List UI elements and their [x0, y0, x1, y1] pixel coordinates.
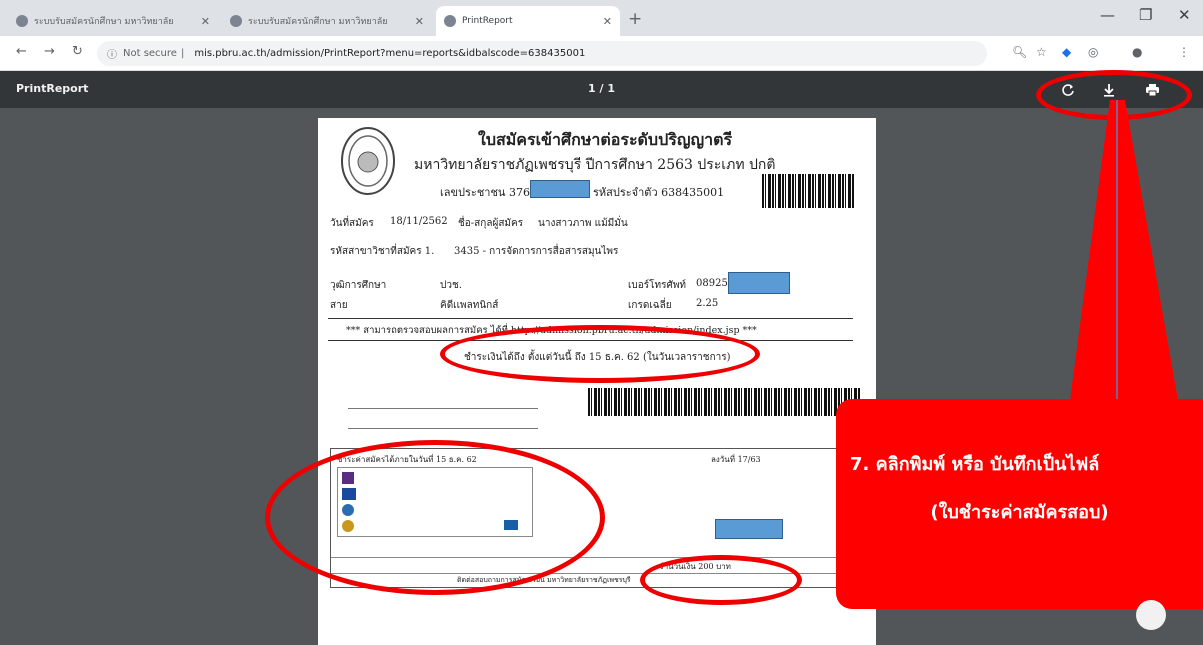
- callout-arrow: [1070, 100, 1178, 400]
- reload-icon[interactable]: ↻: [72, 44, 83, 59]
- zoom-icon[interactable]: 🔍︎: [1012, 45, 1027, 59]
- pdf-document-title: PrintReport: [16, 82, 89, 95]
- menu-kebab-icon[interactable]: ⋮: [1178, 45, 1190, 59]
- pdf-toolbar: PrintReport 1 / 1: [0, 71, 1203, 108]
- phone-label: เบอร์โทรศัพท์: [628, 280, 687, 291]
- close-window-icon[interactable]: ✕: [1178, 6, 1191, 24]
- browser-tab-3[interactable]: PrintReport ✕: [436, 6, 620, 36]
- new-tab-icon[interactable]: +: [628, 9, 642, 29]
- redaction-block: [530, 180, 590, 198]
- security-label: Not secure: [123, 48, 177, 59]
- close-tab-icon[interactable]: ✕: [415, 15, 424, 28]
- browser-tab-2[interactable]: ระบบรับสมัครนักศึกษา มหาวิทยาลัย ✕: [222, 6, 432, 36]
- program-value: 3435 - การจัดการการสื่อสารสมุนไพร: [454, 246, 619, 257]
- profile-avatar-icon[interactable]: ●: [1132, 45, 1142, 59]
- tab-title: PrintReport: [462, 16, 513, 26]
- browser-tab-strip: ระบบรับสมัครนักศึกษา มหาวิทยาลัย ✕ ระบบร…: [0, 0, 1203, 36]
- maximize-icon[interactable]: ❐: [1139, 6, 1152, 24]
- apply-date: 18/11/2562: [390, 216, 448, 227]
- signature-line: [348, 428, 538, 429]
- reference-label: ลงวันที่ 17/63: [711, 455, 761, 464]
- track-value: คิดีเเพลทนิกส์: [440, 300, 499, 311]
- pdf-fit-button[interactable]: [1136, 600, 1166, 630]
- applicant-code: รหัสประจำตัว 638435001: [593, 186, 725, 199]
- site-favicon-icon: [230, 15, 242, 27]
- citizen-id-label: เลขประชาชน 37666: [440, 186, 544, 199]
- tab-title: ระบบรับสมัครนักศึกษา มหาวิทยาลัย: [248, 17, 388, 27]
- browser-toolbar: ← → ↻ ⓘ Not secure | mis.pbru.ac.th/admi…: [0, 36, 1203, 71]
- university-seal-icon: [341, 127, 395, 195]
- browser-tab-1[interactable]: ระบบรับสมัครนักศึกษา มหาวิทยาลัย ✕: [8, 6, 218, 36]
- tab-title: ระบบรับสมัครนักศึกษา มหาวิทยาลัย: [34, 17, 174, 27]
- program-label: รหัสสาขาวิชาที่สมัคร 1.: [330, 246, 435, 257]
- site-favicon-icon: [444, 15, 456, 27]
- close-tab-icon[interactable]: ✕: [603, 15, 612, 28]
- close-tab-icon[interactable]: ✕: [201, 15, 210, 28]
- minimize-icon[interactable]: —: [1100, 6, 1115, 24]
- instruction-callout: 7. คลิกพิมพ์ หรือ บันทึกเป็นไฟล์ (ใบชำระ…: [836, 399, 1203, 609]
- extension-2-icon[interactable]: ◎: [1088, 45, 1098, 59]
- callout-line-1: 7. คลิกพิมพ์ หรือ บันทึกเป็นไฟล์: [850, 454, 1100, 475]
- redaction-block: [728, 272, 790, 294]
- gpa-value: 2.25: [696, 298, 719, 309]
- payment-barcode: [588, 388, 860, 416]
- track-label: สาย: [330, 300, 348, 311]
- info-icon[interactable]: ⓘ: [107, 46, 117, 61]
- extension-icon[interactable]: ◆: [1062, 45, 1071, 59]
- site-favicon-icon: [16, 15, 28, 27]
- applicant-barcode: [762, 174, 854, 208]
- url-text: mis.pbru.ac.th/admission/PrintReport?men…: [194, 48, 586, 59]
- gpa-label: เกรดเฉลี่ย: [628, 300, 672, 311]
- education-label: วุฒิการศึกษา: [330, 280, 387, 291]
- address-bar[interactable]: ⓘ Not secure | mis.pbru.ac.th/admission/…: [97, 41, 987, 66]
- apply-date-label: วันที่สมัคร: [330, 218, 374, 229]
- bookmark-star-icon[interactable]: ☆: [1036, 45, 1047, 59]
- name-label: ชื่อ-สกุลผู้สมัคร: [458, 218, 524, 229]
- form-subheading: มหาวิทยาลัยราชภัฏเพชรบุรี ปีการศึกษา 256…: [414, 157, 776, 173]
- divider: [328, 318, 853, 319]
- callout-line-2: (ใบชำระค่าสมัครสอบ): [930, 502, 1109, 523]
- phone-value: 08925: [696, 278, 728, 289]
- highlight-ring-amount: [640, 555, 802, 605]
- forward-icon[interactable]: →: [44, 44, 55, 59]
- back-icon[interactable]: ←: [16, 44, 27, 59]
- signature-line: [348, 408, 538, 409]
- education-value: ปวช.: [440, 280, 462, 291]
- form-heading: ใบสมัครเข้าศึกษาต่อระดับปริญญาตรี: [478, 130, 733, 149]
- highlight-ring-banks: [265, 440, 605, 595]
- highlight-ring-deadline: [440, 325, 760, 383]
- pdf-page-indicator: 1 / 1: [588, 82, 615, 95]
- redaction-block: [715, 519, 783, 539]
- applicant-name: นางสาวภาพ แม้มีมั่น: [538, 218, 628, 229]
